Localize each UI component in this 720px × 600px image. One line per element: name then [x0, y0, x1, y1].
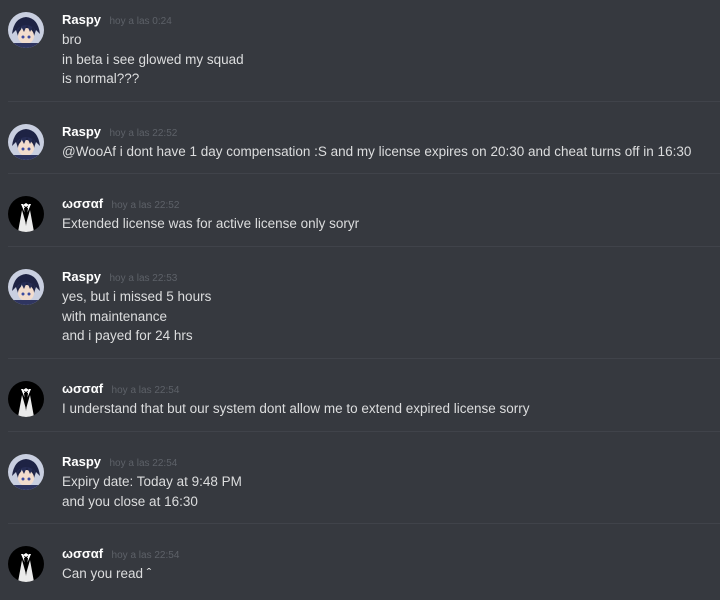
tuxedo-avatar-icon[interactable] — [8, 196, 44, 232]
message-header: ωσσαf hoy a las 22:52 — [62, 194, 179, 216]
username[interactable]: ωσσαf — [62, 381, 103, 396]
username[interactable]: Raspy — [62, 124, 101, 139]
tuxedo-avatar-icon[interactable] — [8, 381, 44, 417]
message-content: @WooAf i dont have 1 day compensation :S… — [62, 142, 710, 162]
message-line: is normal??? — [62, 71, 140, 86]
timestamp: hoy a las 22:52 — [109, 128, 178, 139]
message-content: bro in beta i see glowed my squad is nor… — [62, 30, 710, 89]
username[interactable]: ωσσαf — [62, 196, 103, 211]
message-line: @WooAf i dont have 1 day compensation :S… — [62, 144, 692, 159]
raspy-anime-avatar-icon[interactable] — [8, 269, 44, 305]
message-line: in beta i see glowed my squad — [62, 51, 244, 67]
message-line: with maintenance — [62, 308, 168, 324]
message-line: bro — [62, 32, 82, 47]
message-content: Can you read ˆ — [62, 564, 710, 584]
timestamp: hoy a las 22:54 — [111, 550, 180, 561]
message-content: Expiry date: Today at 9:48 PM and you cl… — [62, 472, 710, 511]
message-header: Raspy hoy a las 0:24 — [62, 10, 172, 32]
timestamp: hoy a las 22:53 — [109, 273, 178, 284]
timestamp: hoy a las 0:24 — [109, 16, 172, 27]
message-header: Raspy hoy a las 22:52 — [62, 122, 177, 144]
message-divider — [8, 246, 720, 247]
raspy-anime-avatar-icon[interactable] — [8, 12, 44, 48]
username[interactable]: ωσσαf — [62, 546, 103, 561]
message-divider — [8, 173, 720, 174]
raspy-anime-avatar-icon[interactable] — [8, 124, 44, 160]
message-line: and you close at 16:30 — [62, 493, 198, 509]
message-header: ωσσαf hoy a las 22:54 — [62, 379, 179, 401]
timestamp: hoy a las 22:52 — [111, 200, 180, 211]
message-divider — [8, 358, 720, 359]
raspy-anime-avatar-icon[interactable] — [8, 454, 44, 490]
message-line: Expiry date: Today at 9:48 PM — [62, 474, 242, 489]
message-divider — [8, 431, 720, 432]
message-header: ωσσαf hoy a las 22:54 — [62, 544, 179, 566]
message-content: I understand that but our system dont al… — [62, 399, 710, 419]
username[interactable]: Raspy — [62, 12, 101, 27]
message-header: Raspy hoy a las 22:54 — [62, 452, 177, 474]
chat-message-list: Raspy hoy a las 0:24 bro in beta i see g… — [0, 0, 720, 600]
timestamp: hoy a las 22:54 — [109, 458, 178, 469]
message-line: Extended license was for active license … — [62, 216, 360, 231]
username[interactable]: Raspy — [62, 269, 101, 284]
message-divider — [8, 523, 720, 524]
message-line: I understand that but our system dont al… — [62, 401, 530, 416]
message-line: Can you read ˆ — [62, 566, 152, 581]
message-content: Extended license was for active license … — [62, 214, 710, 234]
timestamp: hoy a las 22:54 — [111, 385, 180, 396]
message-line: yes, but i missed 5 hours — [62, 289, 212, 304]
username[interactable]: Raspy — [62, 454, 101, 469]
message-content: yes, but i missed 5 hours with maintenan… — [62, 287, 710, 346]
message-divider — [8, 101, 720, 102]
message-line: and i payed for 24 hrs — [62, 328, 193, 343]
message-header: Raspy hoy a las 22:53 — [62, 267, 177, 289]
tuxedo-avatar-icon[interactable] — [8, 546, 44, 582]
